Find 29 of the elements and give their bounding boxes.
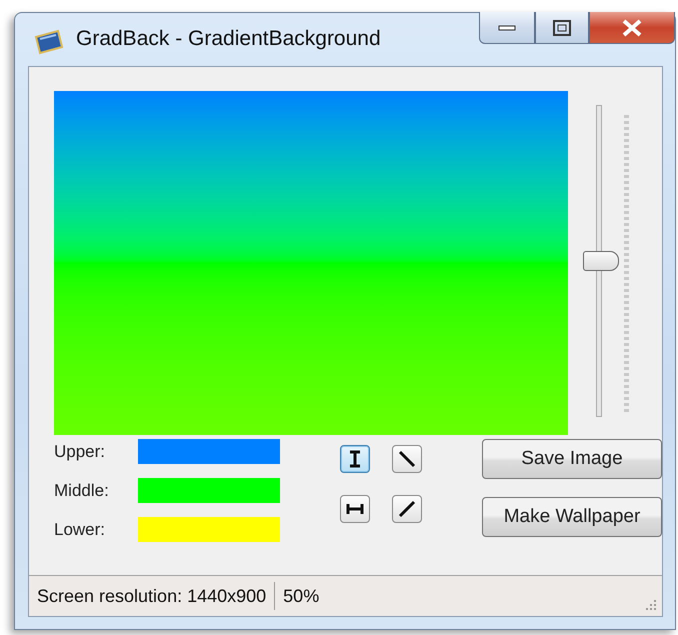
minimize-button[interactable] [479,12,535,44]
vertical-arrow-icon [347,450,363,468]
slider-thumb[interactable] [583,251,619,271]
direction-button[interactable] [340,445,370,473]
maximize-icon [553,20,571,36]
color-swatch[interactable] [138,517,280,542]
app-icon [32,29,66,55]
maximize-button[interactable] [535,12,589,44]
color-label: Lower: [54,520,106,540]
direction-button[interactable] [392,495,422,523]
close-button[interactable] [589,12,675,44]
status-text: Screen resolution: 1440x900 [36,586,268,606]
diagonal-line-icon [398,500,416,518]
make-wallpaper-button[interactable]: Make Wallpaper [482,497,662,537]
color-label: Middle: [54,480,110,500]
close-icon [621,18,643,36]
diagonal-line-icon [398,450,416,468]
direction-button[interactable] [340,495,370,523]
horizontal-arrow-icon [346,502,364,516]
direction-button[interactable] [392,445,422,473]
window-title: GradBack - GradientBackground [76,27,381,51]
color-swatch[interactable] [138,439,280,464]
resize-grip-icon [644,598,658,612]
status-text: 50% [282,586,320,606]
minimize-icon [498,24,516,30]
color-swatch[interactable] [138,478,280,503]
save-image-button[interactable]: Save Image [482,439,662,479]
vertical-slider[interactable] [584,105,632,417]
color-label: Upper: [54,442,106,462]
